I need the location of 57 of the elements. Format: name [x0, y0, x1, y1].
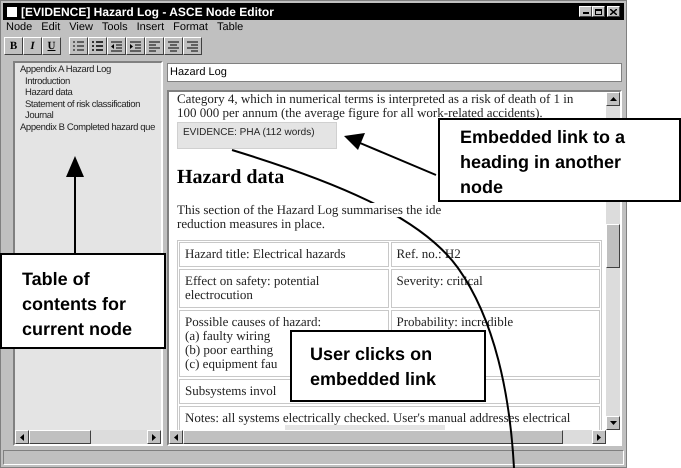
- close-button[interactable]: [607, 6, 620, 17]
- body-text: This section of the Hazard Log summarises the ide: [177, 203, 442, 217]
- table-cell: Ref. no.: H2: [390, 242, 600, 267]
- underline-button[interactable]: U: [42, 37, 61, 55]
- menu-item[interactable]: Node: [6, 19, 32, 36]
- toc-item[interactable]: Hazard data: [25, 87, 72, 98]
- bold-button[interactable]: B: [4, 37, 23, 55]
- toc-item[interactable]: Appendix B Completed hazard que: [20, 122, 155, 133]
- numbered-list-button[interactable]: [69, 37, 88, 55]
- scroll-down-icon: [610, 421, 616, 425]
- align-left-icon: [148, 40, 161, 52]
- maximize-button[interactable]: [592, 6, 605, 17]
- table-cell: Hazard title: Electrical hazards: [179, 242, 388, 267]
- scroll-right-icon: [152, 434, 156, 440]
- align-center-button[interactable]: [164, 37, 183, 55]
- body-text: reduction measures in place.: [177, 217, 325, 231]
- annotation-tooltip: Embedded link to a heading in another node: [438, 118, 681, 202]
- menu-item[interactable]: Table: [216, 19, 244, 36]
- scroll-up-icon: [610, 97, 616, 101]
- italic-button[interactable]: I: [23, 37, 42, 55]
- bullet-list-icon: [91, 40, 104, 52]
- scroll-left-icon: [174, 434, 178, 440]
- scroll-right-icon: [597, 434, 601, 440]
- align-center-icon: [167, 40, 180, 52]
- evidence-link[interactable]: EVIDENCE: PHA (112 words): [177, 122, 337, 149]
- toc-item[interactable]: Introduction: [25, 76, 70, 87]
- table-cell: Effect on safety: potential electrocution: [179, 269, 388, 308]
- title-field[interactable]: Hazard Log: [167, 63, 622, 82]
- menu-item[interactable]: Tools: [102, 19, 128, 36]
- outdent-button[interactable]: [107, 37, 126, 55]
- window-title: [EVIDENCE] Hazard Log - ASCE Node Editor: [21, 6, 274, 18]
- body-text: 100 000 per annum (the average figure for all work-related accidents).: [177, 106, 544, 120]
- window-icon: [7, 6, 17, 16]
- horizontal-scrollbar[interactable]: [15, 430, 161, 444]
- section-heading: Hazard data: [177, 166, 284, 188]
- menu-item[interactable]: View: [69, 19, 93, 36]
- menu-item[interactable]: Format: [173, 19, 208, 36]
- body-text: Category 4, which in numerical terms is interpreted as a risk of death of 1 in: [177, 92, 574, 106]
- align-right-button[interactable]: [183, 37, 202, 55]
- toc-item[interactable]: Journal: [25, 110, 54, 122]
- numbered-list-icon: [72, 40, 85, 52]
- bullet-list-button[interactable]: [88, 37, 107, 55]
- toc-item[interactable]: Statement of risk classification: [25, 98, 140, 110]
- close-icon: [610, 8, 617, 14]
- annotation-tooltip: Table of contents for current node: [0, 253, 166, 349]
- indent-icon: [129, 40, 142, 52]
- outdent-icon: [110, 40, 123, 52]
- toc-item[interactable]: Appendix A Hazard Log: [20, 64, 111, 76]
- menu-item[interactable]: Insert: [136, 19, 164, 36]
- align-right-icon: [186, 40, 199, 52]
- align-left-button[interactable]: [145, 37, 164, 55]
- scroll-thumb[interactable]: [606, 224, 620, 268]
- indent-button[interactable]: [126, 37, 145, 55]
- menu-item[interactable]: Edit: [41, 19, 60, 36]
- minimize-button[interactable]: [579, 6, 592, 17]
- scroll-left-icon: [20, 434, 24, 440]
- scroll-thumb[interactable]: [29, 430, 91, 444]
